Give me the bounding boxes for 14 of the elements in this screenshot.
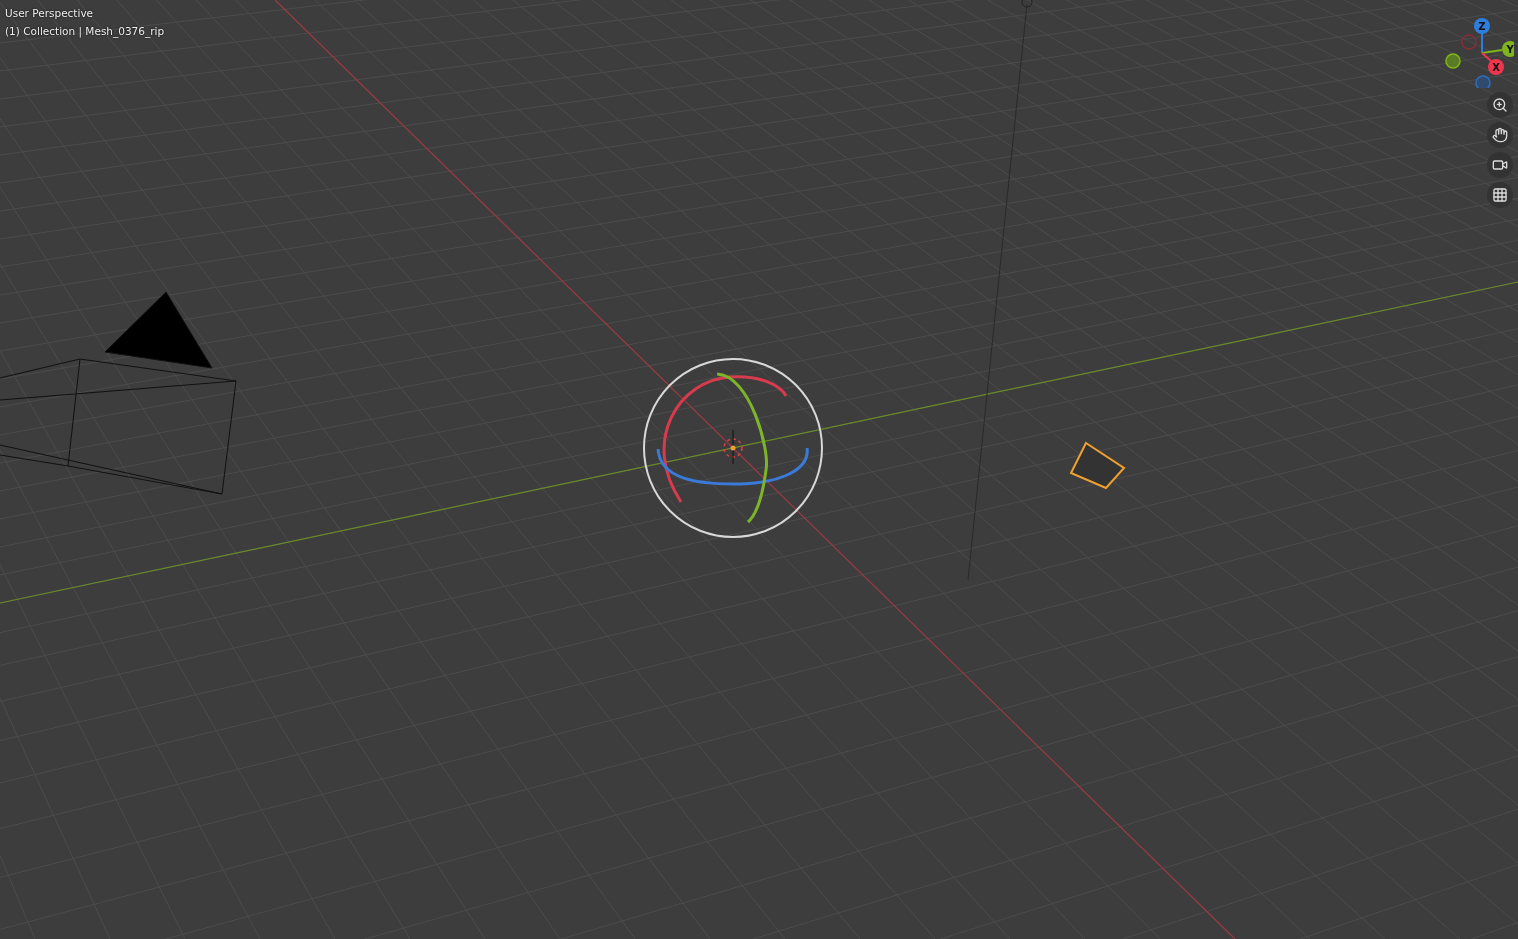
negative-axis-icon[interactable] <box>1445 53 1461 69</box>
axis-label: Z <box>1478 20 1486 32</box>
axis-label: Y <box>1506 43 1514 55</box>
object-label: (1) Collection | Mesh_0376_rip <box>5 24 165 38</box>
selected-mesh[interactable] <box>1069 441 1126 490</box>
axis-ball[interactable] <box>1474 18 1490 34</box>
hand-icon[interactable] <box>1487 122 1513 148</box>
axis-ball[interactable] <box>1488 59 1504 75</box>
zoom-icon[interactable] <box>1487 92 1513 118</box>
grid-icon[interactable] <box>1487 182 1513 208</box>
light-icon <box>1021 0 1033 8</box>
axis-label: X <box>1492 61 1500 73</box>
view-title: User Perspective <box>5 6 94 20</box>
camera-icon[interactable] <box>1487 152 1513 178</box>
